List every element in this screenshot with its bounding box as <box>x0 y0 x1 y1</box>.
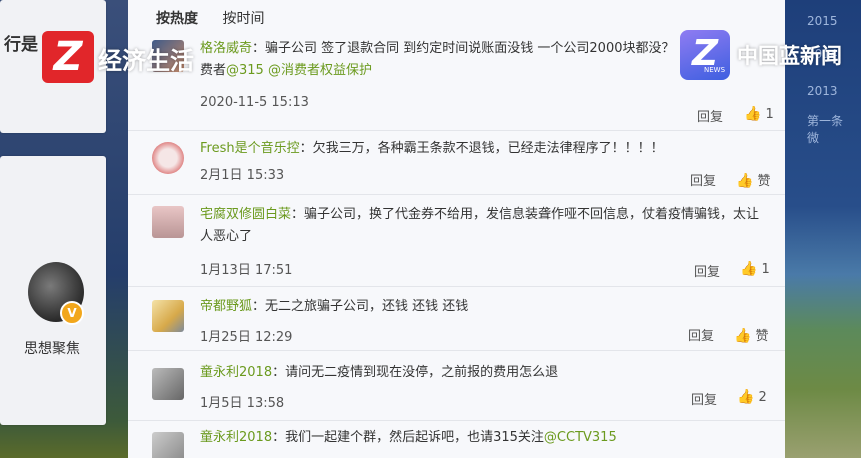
like-button[interactable]: 👍 赞 <box>736 170 770 189</box>
thumbs-up-icon: 👍 <box>744 106 762 122</box>
china-blue-news-title: 中国蓝新闻 <box>737 44 842 68</box>
year-item[interactable]: 2013 <box>807 84 838 98</box>
comment-body: 帝都野狐：无二之旅骗子公司，还钱 还钱 还钱 <box>200 296 761 318</box>
comment-item: Fresh是个音乐控：欠我三万，各种霸王条款不退钱，已经走法律程序了！！！！ 2… <box>128 130 785 195</box>
comment-item: 童永利2018：我们一起建个群，然后起诉吧，也请315关注@CCTV315 <box>128 420 785 458</box>
thumbs-up-icon: 👍 <box>734 328 752 344</box>
tab-by-popularity[interactable]: 按热度 <box>156 8 198 28</box>
logo-news-tag: NEWS <box>704 66 726 74</box>
thumbs-up-icon: 👍 <box>736 173 754 189</box>
reply-button[interactable]: 回复 <box>694 261 720 280</box>
reply-button[interactable]: 回复 <box>697 106 723 125</box>
user-avatar[interactable] <box>152 206 184 238</box>
comment-body: 宅腐双修圆白菜：骗子公司，换了代金券不给用，发信息装聋作哑不回信息，仗着疫情骗钱… <box>200 204 761 248</box>
thumbs-up-icon: 👍 <box>737 389 755 405</box>
like-count: 1 <box>761 262 770 277</box>
mention-link[interactable]: @CCTV315 <box>544 430 617 445</box>
reply-button[interactable]: 回复 <box>690 170 716 189</box>
tab-by-time[interactable]: 按时间 <box>222 8 264 28</box>
year-item[interactable]: 2015 <box>807 14 838 28</box>
zjtv-logo-icon: Z <box>42 31 94 83</box>
year-item[interactable]: 第一条微 <box>807 112 847 146</box>
user-avatar[interactable] <box>152 368 184 400</box>
comment-username[interactable]: 童永利2018 <box>200 430 272 445</box>
comment-text: ：骗子公司，换了代金券不给用，发信息装聋作哑不回信息，仗着疫情骗钱，太让 <box>291 207 760 222</box>
thumbs-up-icon: 👍 <box>740 261 758 277</box>
comment-text-cont: 人恶心了 <box>200 229 253 244</box>
sidebar-card-text: 行是 <box>4 35 38 55</box>
comment-username[interactable]: 帝都野狐 <box>200 299 252 314</box>
user-avatar[interactable] <box>152 432 184 458</box>
like-button[interactable]: 👍 1 <box>740 261 770 277</box>
comment-username[interactable]: Fresh是个音乐控 <box>200 141 300 156</box>
like-count: 1 <box>765 107 774 122</box>
reply-button[interactable]: 回复 <box>691 389 717 408</box>
comment-time: 1月13日 17:51 <box>200 263 293 278</box>
comment-item: 童永利2018：请问无二疫情到现在没停，之前报的费用怎么退 1月5日 13:58… <box>128 350 785 421</box>
comment-time: 2020-11-5 15:13 <box>200 95 309 110</box>
comment-body: Fresh是个音乐控：欠我三万，各种霸王条款不退钱，已经走法律程序了！！！！ <box>200 138 761 160</box>
comment-username[interactable]: 格洛威奇 <box>200 41 252 56</box>
mention-link[interactable]: @315 <box>226 63 264 78</box>
reply-button[interactable]: 回复 <box>688 325 714 344</box>
sort-tabs: 按热度 按时间 <box>156 8 284 28</box>
like-count: 赞 <box>755 329 769 344</box>
comment-text: ：骗子公司 签了退款合同 到约定时间说账面没钱 一个公司2000块都没？ <box>252 41 675 56</box>
comment-body: 格洛威奇：骗子公司 签了退款合同 到约定时间说账面没钱 一个公司2000块都没？… <box>200 38 761 82</box>
like-button[interactable]: 👍 2 <box>737 389 767 405</box>
comment-text: ：请问无二疫情到现在没停，之前报的费用怎么退 <box>272 365 559 380</box>
comment-username[interactable]: 宅腐双修圆白菜 <box>200 207 291 222</box>
comment-body: 童永利2018：请问无二疫情到现在没停，之前报的费用怎么退 <box>200 362 761 384</box>
like-button[interactable]: 👍 1 <box>744 106 774 122</box>
comment-time: 1月5日 13:58 <box>200 396 285 411</box>
comment-time: 1月25日 12:29 <box>200 330 293 345</box>
user-avatar[interactable] <box>152 300 184 332</box>
comment-body: 童永利2018：我们一起建个群，然后起诉吧，也请315关注@CCTV315 <box>200 427 761 449</box>
comment-text: ：欠我三万，各种霸王条款不退钱，已经走法律程序了！！！！ <box>299 141 664 156</box>
profile-name[interactable]: 思想聚焦 <box>24 338 80 358</box>
comment-time: 2月1日 15:33 <box>200 168 285 183</box>
like-count: 2 <box>758 390 767 405</box>
verified-badge-icon: V <box>60 301 84 325</box>
comment-item: 帝都野狐：无二之旅骗子公司，还钱 还钱 还钱 1月25日 12:29 回复 👍 赞 <box>128 286 785 351</box>
comment-item: 宅腐双修圆白菜：骗子公司，换了代金券不给用，发信息装聋作哑不回信息，仗着疫情骗钱… <box>128 194 785 287</box>
channel-name: 经济生活 <box>98 47 194 75</box>
mention-link[interactable]: @消费者权益保护 <box>268 63 372 78</box>
user-avatar[interactable] <box>152 142 184 174</box>
comment-text: ：我们一起建个群，然后起诉吧，也请315关注 <box>272 430 544 445</box>
like-count: 赞 <box>757 174 771 189</box>
comment-username[interactable]: 童永利2018 <box>200 365 272 380</box>
comment-text-cont: 费者 <box>200 63 227 78</box>
comment-text: ：无二之旅骗子公司，还钱 还钱 还钱 <box>252 299 469 314</box>
like-button[interactable]: 👍 赞 <box>734 325 768 344</box>
